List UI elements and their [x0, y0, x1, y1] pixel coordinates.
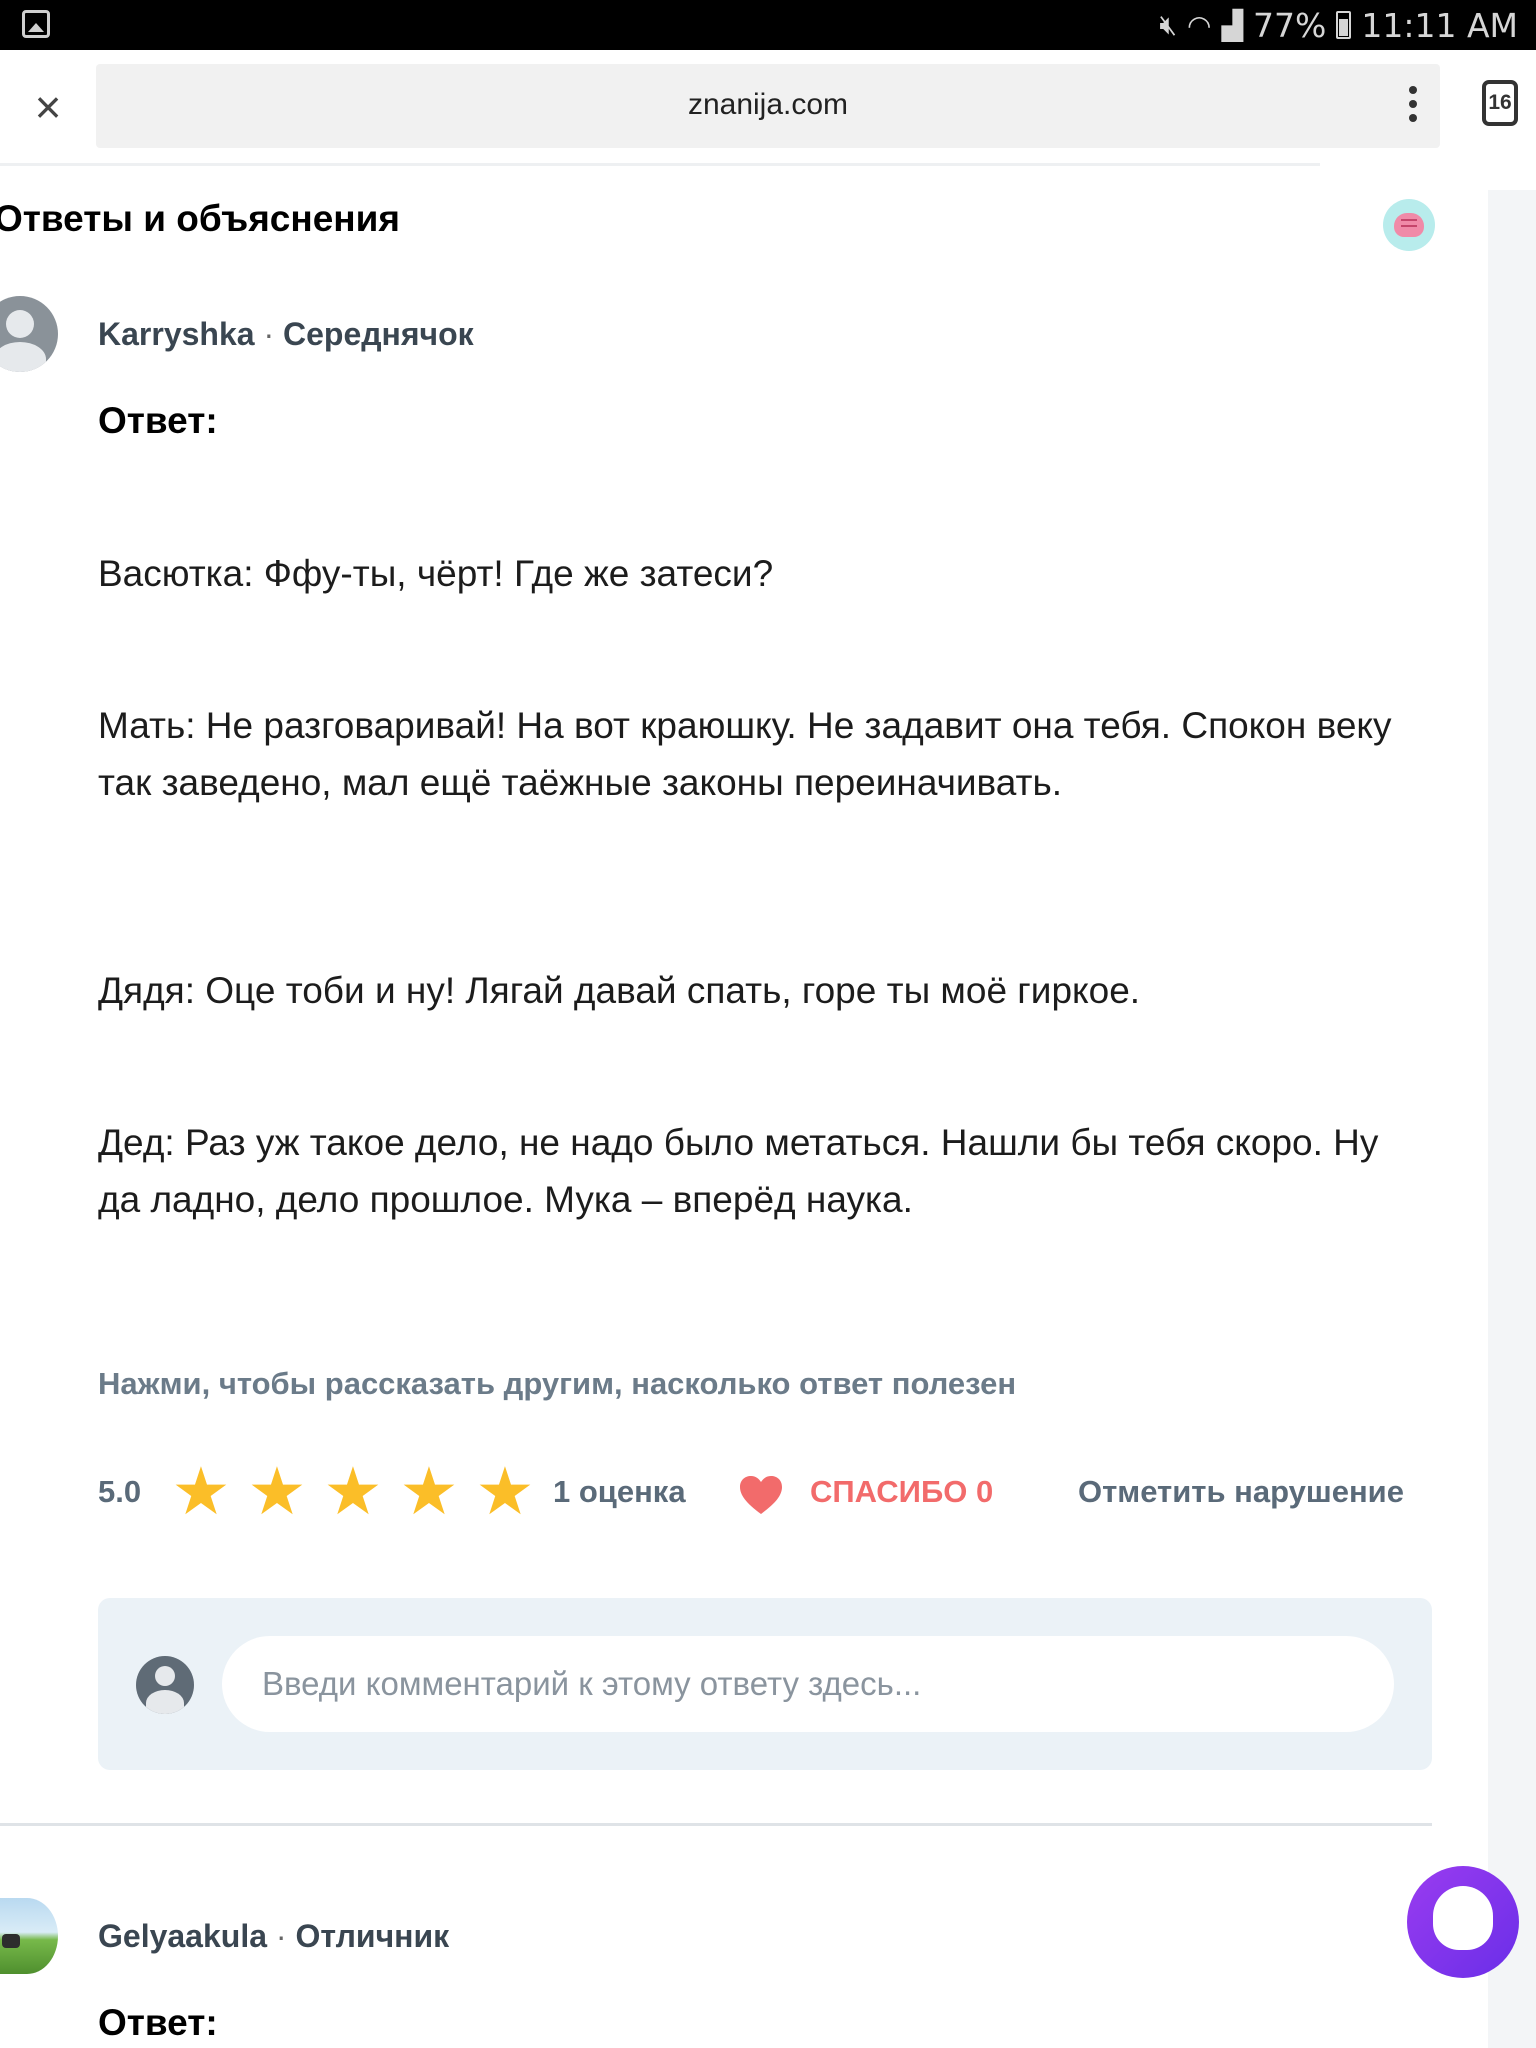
- status-bar: 🔇︎ ◠ ▟ 77% 11:11 AM: [0, 0, 1536, 50]
- mute-icon: 🔇︎: [1159, 8, 1178, 41]
- url-text[interactable]: znanija.com: [96, 88, 1440, 122]
- rating-value: 5.0: [98, 1474, 142, 1509]
- answer-paragraph: Дед: Раз уж такое дело, не надо было мет…: [98, 1122, 1379, 1220]
- thanks-button[interactable]: СПАСИБО 0: [810, 1474, 993, 1510]
- answer-author: Karryshka · Середнячок: [98, 316, 474, 353]
- answers-divider: [0, 1823, 1432, 1826]
- username[interactable]: Karryshka: [98, 316, 255, 352]
- wifi-icon: ◠: [1187, 8, 1212, 42]
- answer-author: Gelyaakula · Отличник: [98, 1918, 449, 1955]
- user-rank: Середнячок: [282, 316, 474, 352]
- answer-paragraph: Дядя: Оце тоби и ну! Лягай давай спать, …: [98, 970, 1141, 1011]
- signal-icon: ▟: [1221, 8, 1243, 42]
- separator: ·: [275, 1918, 287, 1954]
- star-rating[interactable]: ★ ★ ★ ★ ★: [168, 1459, 538, 1526]
- star-icon[interactable]: ★: [244, 1459, 310, 1526]
- avatar[interactable]: [0, 1898, 58, 1974]
- star-icon[interactable]: ★: [168, 1459, 234, 1526]
- answer-label: Ответ:: [98, 400, 218, 441]
- battery-percent: 77%: [1253, 5, 1327, 45]
- answer-paragraph: Васютка: Ффу-ты, чёрт! Где же затеси?: [98, 553, 774, 594]
- user-rank: Отличник: [295, 1918, 450, 1954]
- rating-row: 5.0 ★ ★ ★ ★ ★ 1 оценка СПАСИБО 0 Отметит…: [98, 1459, 1438, 1530]
- star-icon[interactable]: ★: [320, 1459, 386, 1526]
- brain-icon[interactable]: [1383, 199, 1435, 251]
- star-icon[interactable]: ★: [396, 1459, 462, 1526]
- answer-paragraph: Мать: Не разговаривай! На вот краюшку. Н…: [98, 705, 1392, 803]
- rate-hint: Нажми, чтобы рассказать другим, наскольк…: [98, 1366, 1017, 1401]
- status-icons: 🔇︎ ◠ ▟ 77% 11:11 AM: [1159, 4, 1518, 46]
- assistant-button[interactable]: [1407, 1866, 1519, 1978]
- comment-input[interactable]: [222, 1636, 1394, 1732]
- toolbar-divider: [0, 163, 1320, 166]
- rating-count: 1 оценка: [553, 1474, 686, 1509]
- battery-icon: [1336, 11, 1352, 39]
- separator: ·: [263, 316, 275, 352]
- comment-avatar: [136, 1656, 194, 1714]
- address-bar[interactable]: znanija.com: [96, 64, 1440, 148]
- answer-label: Ответ:: [98, 2002, 218, 2043]
- username[interactable]: Gelyaakula: [98, 1918, 267, 1954]
- page-side-rail: [1488, 190, 1536, 2048]
- section-title: Ответы и объяснения: [0, 198, 400, 239]
- assistant-icon: [1433, 1886, 1493, 1950]
- tabs-icon[interactable]: 16: [1482, 80, 1518, 126]
- more-vert-icon[interactable]: [1408, 82, 1418, 130]
- comment-box: [98, 1598, 1432, 1770]
- browser-toolbar: × znanija.com 16: [0, 50, 1536, 163]
- report-link[interactable]: Отметить нарушение: [1078, 1474, 1404, 1510]
- close-icon[interactable]: ×: [28, 84, 68, 130]
- star-icon[interactable]: ★: [472, 1459, 538, 1526]
- avatar[interactable]: [0, 296, 58, 372]
- heart-icon[interactable]: [738, 1474, 784, 1516]
- clock: 11:11 AM: [1361, 5, 1518, 45]
- gallery-icon: [22, 10, 50, 38]
